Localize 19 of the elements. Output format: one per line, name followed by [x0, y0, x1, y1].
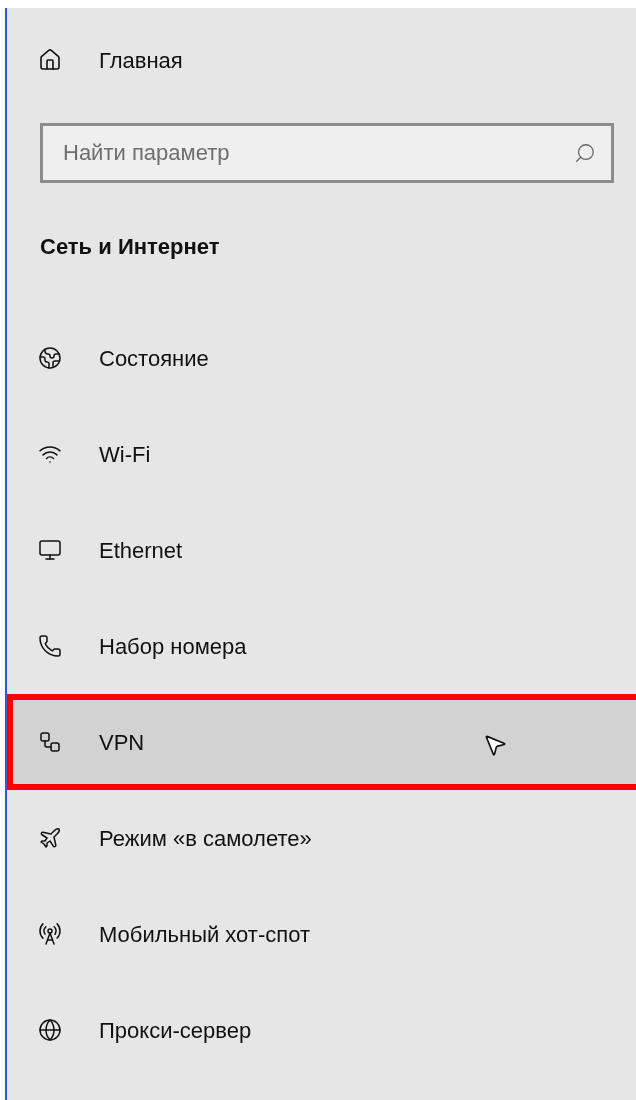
menu-item[interactable]: VPN	[7, 694, 636, 790]
menu-item[interactable]: Прокси-сервер	[7, 982, 636, 1078]
menu-item[interactable]: Состояние	[7, 310, 636, 406]
globe-icon	[38, 1018, 62, 1042]
antenna-icon	[38, 922, 62, 946]
link-nodes-icon	[38, 730, 62, 754]
section-title: Сеть и Интернет	[40, 233, 221, 261]
menu-item[interactable]: Wi-Fi	[7, 406, 636, 502]
monitor-icon	[38, 538, 62, 562]
home-icon	[38, 48, 62, 72]
airplane-icon	[38, 826, 62, 850]
search-icon[interactable]	[574, 142, 596, 164]
menu-item[interactable]: Набор номера	[7, 598, 636, 694]
menu-item[interactable]: Ethernet	[7, 502, 636, 598]
menu-item[interactable]: Режим «в самолете»	[7, 790, 636, 886]
phone-icon	[38, 634, 62, 658]
home-link[interactable]: Главная	[99, 43, 183, 77]
menu-item[interactable]: Мобильный хот-спот	[7, 886, 636, 982]
search-field[interactable]: Найти параметр	[40, 123, 614, 183]
